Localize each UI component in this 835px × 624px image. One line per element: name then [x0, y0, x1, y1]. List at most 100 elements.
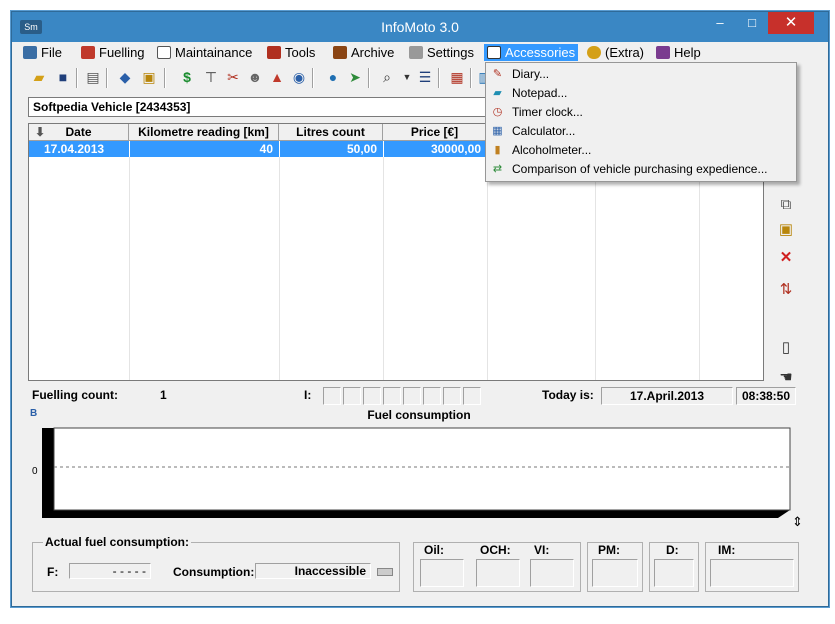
- accessories-icon: [487, 46, 501, 59]
- dollar-icon[interactable]: $: [178, 68, 196, 86]
- indicator-box: [363, 387, 381, 405]
- menu-help[interactable]: Help: [653, 44, 704, 61]
- car-icon[interactable]: ◆: [116, 68, 134, 86]
- tools-icon: [267, 46, 281, 59]
- menu-bar: File Fuelling Maintainance Tools Archive…: [12, 42, 828, 63]
- menu-item-calculator-label: Calculator...: [512, 124, 576, 138]
- menu-file[interactable]: File: [20, 44, 65, 61]
- route-icon[interactable]: ➤: [346, 68, 364, 86]
- toolbar-separator: [106, 68, 108, 88]
- car-red-icon[interactable]: ▲: [268, 68, 286, 86]
- menu-archive-label: Archive: [351, 45, 395, 60]
- print-icon[interactable]: ▤: [84, 68, 102, 86]
- menu-extra[interactable]: (Extra): [584, 44, 647, 61]
- fuel-pump-icon: [81, 46, 95, 59]
- menu-file-label: File: [41, 45, 62, 60]
- resize-arrows-icon[interactable]: ⇕: [792, 514, 808, 530]
- actual-consumption-label: Actual fuel consumption:: [43, 535, 191, 549]
- sort-arrow-icon: ⬇: [35, 125, 46, 139]
- grid-line: [487, 157, 488, 380]
- consumption-label: Consumption:: [173, 565, 255, 579]
- d-group: D:: [649, 542, 699, 592]
- toolbar-separator: [164, 68, 166, 88]
- globe-icon[interactable]: ●: [324, 68, 342, 86]
- grid-line: [129, 157, 130, 380]
- fuelling-count-label: Fuelling count:: [32, 388, 118, 402]
- toolbar-separator: [438, 68, 440, 88]
- menu-help-label: Help: [674, 45, 701, 60]
- indicator-box: [343, 387, 361, 405]
- hand-icon[interactable]: ☚: [776, 368, 796, 388]
- table-header-litres[interactable]: Litres count: [279, 124, 383, 141]
- vehicle-selector[interactable]: Softpedia Vehicle [2434353]: [28, 97, 498, 117]
- paste-icon[interactable]: ▣: [776, 220, 796, 240]
- list-icon[interactable]: ☰: [416, 68, 434, 86]
- menu-settings[interactable]: Settings: [406, 44, 477, 61]
- open-folder-icon[interactable]: ▰: [30, 68, 48, 86]
- indicator-box: [443, 387, 461, 405]
- table-header-price[interactable]: Price [€]: [383, 124, 487, 141]
- menu-item-alcoholmeter-label: Alcoholmeter...: [512, 143, 592, 157]
- menu-archive[interactable]: Archive: [330, 44, 397, 61]
- indicator-box: [323, 387, 341, 405]
- menu-item-notepad[interactable]: ▰ Notepad...: [488, 84, 794, 102]
- fuel-can-icon[interactable]: ▣: [140, 68, 158, 86]
- menu-item-calculator[interactable]: ▦ Calculator...: [488, 122, 794, 140]
- alcoholmeter-icon: ▮: [494, 144, 501, 156]
- chart-left-wall: [42, 428, 54, 518]
- menu-tools-label: Tools: [285, 45, 316, 60]
- delete-icon[interactable]: ✕: [776, 248, 796, 268]
- table-header-date[interactable]: ⬇ Date: [29, 124, 129, 141]
- maximize-button[interactable]: □: [736, 12, 768, 34]
- copy-icon[interactable]: ⧉: [776, 195, 796, 215]
- consumption-value: Inaccessible: [255, 563, 371, 579]
- menu-item-comparison-label: Comparison of vehicle purchasing expedie…: [512, 162, 768, 176]
- ruler-icon[interactable]: ⊤: [202, 68, 220, 86]
- y-tick-label: 0: [32, 466, 38, 477]
- menu-tools[interactable]: Tools: [264, 44, 318, 61]
- menu-item-timer[interactable]: ◷ Timer clock...: [488, 103, 794, 121]
- minimize-button[interactable]: –: [704, 12, 736, 34]
- exit-icon[interactable]: ▦: [448, 68, 466, 86]
- search-dropdown-icon[interactable]: ⌕: [378, 68, 396, 86]
- menu-fuelling[interactable]: Fuelling: [78, 44, 148, 61]
- vi-label: VI:: [532, 543, 552, 557]
- menu-maintainance[interactable]: Maintainance: [154, 44, 255, 61]
- skull-icon[interactable]: ☻: [246, 68, 264, 86]
- table-header-km[interactable]: Kilometre reading [km]: [129, 124, 279, 141]
- menu-item-comparison[interactable]: ⇄ Comparison of vehicle purchasing expedi…: [488, 160, 794, 178]
- magnifier-icon: [157, 46, 171, 59]
- d-box: [654, 559, 694, 587]
- menu-extra-label: (Extra): [605, 45, 644, 60]
- document-icon[interactable]: ▯: [776, 338, 796, 358]
- chart-plot-area: [53, 427, 791, 511]
- pencil-icon: ✎: [492, 68, 503, 80]
- repair-icon[interactable]: ✂: [224, 68, 242, 86]
- menu-accessories[interactable]: Accessories: [484, 44, 579, 61]
- pm-label: PM:: [596, 543, 622, 557]
- menu-item-diary-label: Diary...: [512, 67, 550, 81]
- menu-item-diary[interactable]: ✎ Diary...: [488, 65, 794, 83]
- title-bar[interactable]: Sm InfoMoto 3.0 – □ ✕: [12, 12, 828, 42]
- oil-label: Oil:: [422, 543, 446, 557]
- tyre-icon[interactable]: ◉: [290, 68, 308, 86]
- toolbar-separator: [76, 68, 78, 88]
- actual-consumption-group: Actual fuel consumption: F: - - - - - Co…: [32, 535, 400, 592]
- computer-icon: [23, 46, 37, 59]
- save-icon[interactable]: ■: [54, 68, 72, 86]
- fuelling-count-value: 1: [160, 388, 167, 402]
- swap-icon[interactable]: ⇅: [776, 280, 796, 300]
- pm-group: PM:: [587, 542, 643, 592]
- wrench-icon: [409, 46, 423, 59]
- close-button[interactable]: ✕: [768, 12, 814, 34]
- toolbar-separator: [312, 68, 314, 88]
- menu-settings-label: Settings: [427, 45, 474, 60]
- chevron-down-icon[interactable]: ▼: [398, 68, 416, 86]
- grid-line: [279, 157, 280, 380]
- och-box: [476, 559, 520, 587]
- i-label: I:: [304, 388, 312, 402]
- indicator-box: [403, 387, 421, 405]
- help-book-icon: [656, 46, 670, 59]
- cars-compare-icon: ⇄: [492, 163, 503, 175]
- menu-item-alcoholmeter[interactable]: ▮ Alcoholmeter...: [488, 141, 794, 159]
